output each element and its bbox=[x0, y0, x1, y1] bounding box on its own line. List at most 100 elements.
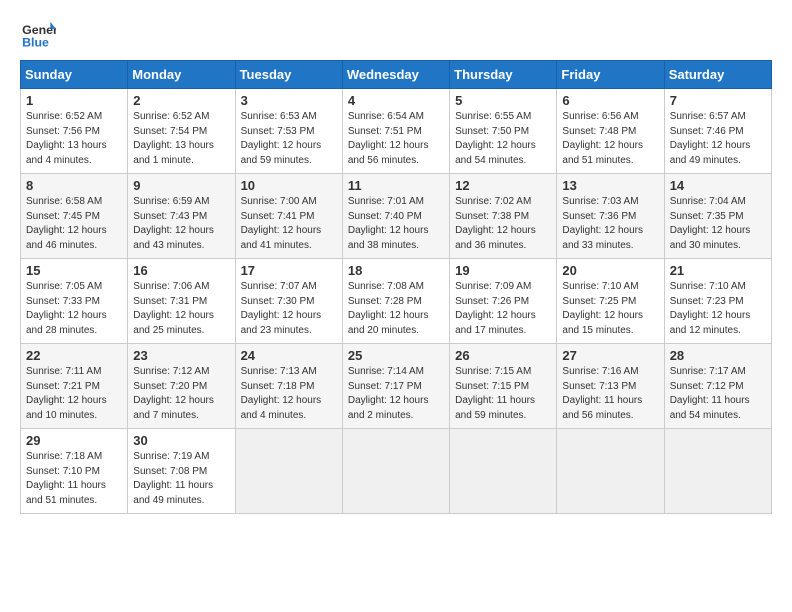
col-header-thursday: Thursday bbox=[450, 61, 557, 89]
day-number: 26 bbox=[455, 348, 551, 363]
day-number: 4 bbox=[348, 93, 444, 108]
day-info: Sunrise: 7:03 AM Sunset: 7:36 PM Dayligh… bbox=[562, 195, 658, 253]
calendar-cell: 11 Sunrise: 7:01 AM Sunset: 7:40 PM Dayli… bbox=[342, 174, 449, 259]
col-header-tuesday: Tuesday bbox=[235, 61, 342, 89]
day-number: 11 bbox=[348, 178, 444, 193]
day-number: 30 bbox=[133, 433, 229, 448]
day-info: Sunrise: 6:57 AM Sunset: 7:46 PM Dayligh… bbox=[670, 110, 766, 168]
day-number: 18 bbox=[348, 263, 444, 278]
day-info: Sunrise: 6:52 AM Sunset: 7:56 PM Dayligh… bbox=[26, 110, 122, 168]
col-header-friday: Friday bbox=[557, 61, 664, 89]
day-info: Sunrise: 7:13 AM Sunset: 7:18 PM Dayligh… bbox=[241, 365, 337, 423]
day-number: 8 bbox=[26, 178, 122, 193]
day-info: Sunrise: 7:14 AM Sunset: 7:17 PM Dayligh… bbox=[348, 365, 444, 423]
day-info: Sunrise: 7:11 AM Sunset: 7:21 PM Dayligh… bbox=[26, 365, 122, 423]
week-row-0: 1 Sunrise: 6:52 AM Sunset: 7:56 PM Daylig… bbox=[21, 89, 772, 174]
day-info: Sunrise: 7:10 AM Sunset: 7:25 PM Dayligh… bbox=[562, 280, 658, 338]
day-info: Sunrise: 6:53 AM Sunset: 7:53 PM Dayligh… bbox=[241, 110, 337, 168]
calendar-cell: 9Sunrise: 6:59 AM Sunset: 7:43 PM Daylig… bbox=[128, 174, 235, 259]
day-info: Sunrise: 7:12 AM Sunset: 7:20 PM Dayligh… bbox=[133, 365, 229, 423]
day-info: Sunrise: 7:09 AM Sunset: 7:26 PM Dayligh… bbox=[455, 280, 551, 338]
calendar-cell: 4Sunrise: 6:54 AM Sunset: 7:51 PM Daylig… bbox=[342, 89, 449, 174]
svg-text:Blue: Blue bbox=[22, 35, 49, 49]
day-number: 17 bbox=[241, 263, 337, 278]
day-info: Sunrise: 6:58 AM Sunset: 7:45 PM Dayligh… bbox=[26, 195, 122, 253]
col-header-wednesday: Wednesday bbox=[342, 61, 449, 89]
day-number: 13 bbox=[562, 178, 658, 193]
day-info: Sunrise: 7:05 AM Sunset: 7:33 PM Dayligh… bbox=[26, 280, 122, 338]
day-number: 24 bbox=[241, 348, 337, 363]
day-info: Sunrise: 7:19 AM Sunset: 7:08 PM Dayligh… bbox=[133, 450, 229, 508]
day-number: 14 bbox=[670, 178, 766, 193]
day-number: 3 bbox=[241, 93, 337, 108]
day-info: Sunrise: 7:02 AM Sunset: 7:38 PM Dayligh… bbox=[455, 195, 551, 253]
day-info: Sunrise: 7:18 AM Sunset: 7:10 PM Dayligh… bbox=[26, 450, 122, 508]
calendar-cell: 30 Sunrise: 7:19 AM Sunset: 7:08 PM Dayli… bbox=[128, 429, 235, 514]
col-header-saturday: Saturday bbox=[664, 61, 771, 89]
calendar-cell: 15 Sunrise: 7:05 AM Sunset: 7:33 PM Dayli… bbox=[21, 259, 128, 344]
calendar-cell bbox=[450, 429, 557, 514]
day-number: 9 bbox=[133, 178, 229, 193]
calendar-cell: 17 Sunrise: 7:07 AM Sunset: 7:30 PM Dayli… bbox=[235, 259, 342, 344]
calendar-cell: 16 Sunrise: 7:06 AM Sunset: 7:31 PM Dayli… bbox=[128, 259, 235, 344]
calendar-cell: 23 Sunrise: 7:12 AM Sunset: 7:20 PM Dayli… bbox=[128, 344, 235, 429]
page-header: General Blue bbox=[20, 20, 772, 50]
calendar-cell: 10 Sunrise: 7:00 AM Sunset: 7:41 PM Dayli… bbox=[235, 174, 342, 259]
calendar-cell: 14 Sunrise: 7:04 AM Sunset: 7:35 PM Dayli… bbox=[664, 174, 771, 259]
day-number: 23 bbox=[133, 348, 229, 363]
calendar-cell: 3 Sunrise: 6:53 AM Sunset: 7:53 PM Daylig… bbox=[235, 89, 342, 174]
day-info: Sunrise: 7:10 AM Sunset: 7:23 PM Dayligh… bbox=[670, 280, 766, 338]
logo-icon: General Blue bbox=[20, 20, 56, 50]
day-number: 20 bbox=[562, 263, 658, 278]
week-row-1: 8 Sunrise: 6:58 AM Sunset: 7:45 PM Daylig… bbox=[21, 174, 772, 259]
calendar-cell: 5 Sunrise: 6:55 AM Sunset: 7:50 PM Daylig… bbox=[450, 89, 557, 174]
day-number: 7 bbox=[670, 93, 766, 108]
calendar-cell: 27 Sunrise: 7:16 AM Sunset: 7:13 PM Dayli… bbox=[557, 344, 664, 429]
calendar-cell: 24 Sunrise: 7:13 AM Sunset: 7:18 PM Dayli… bbox=[235, 344, 342, 429]
day-number: 12 bbox=[455, 178, 551, 193]
day-info: Sunrise: 7:08 AM Sunset: 7:28 PM Dayligh… bbox=[348, 280, 444, 338]
day-number: 16 bbox=[133, 263, 229, 278]
calendar-cell: 21 Sunrise: 7:10 AM Sunset: 7:23 PM Dayli… bbox=[664, 259, 771, 344]
calendar-cell: 12 Sunrise: 7:02 AM Sunset: 7:38 PM Dayli… bbox=[450, 174, 557, 259]
day-info: Sunrise: 7:15 AM Sunset: 7:15 PM Dayligh… bbox=[455, 365, 551, 423]
calendar-cell: 28Sunrise: 7:17 AM Sunset: 7:12 PM Dayli… bbox=[664, 344, 771, 429]
calendar-cell: 2Sunrise: 6:52 AM Sunset: 7:54 PM Daylig… bbox=[128, 89, 235, 174]
week-row-2: 15 Sunrise: 7:05 AM Sunset: 7:33 PM Dayli… bbox=[21, 259, 772, 344]
day-number: 25 bbox=[348, 348, 444, 363]
day-info: Sunrise: 7:01 AM Sunset: 7:40 PM Dayligh… bbox=[348, 195, 444, 253]
day-info: Sunrise: 7:00 AM Sunset: 7:41 PM Dayligh… bbox=[241, 195, 337, 253]
calendar-cell bbox=[664, 429, 771, 514]
calendar-cell: 29Sunrise: 7:18 AM Sunset: 7:10 PM Dayli… bbox=[21, 429, 128, 514]
calendar-cell bbox=[342, 429, 449, 514]
day-number: 27 bbox=[562, 348, 658, 363]
calendar-cell: 20 Sunrise: 7:10 AM Sunset: 7:25 PM Dayli… bbox=[557, 259, 664, 344]
day-info: Sunrise: 7:04 AM Sunset: 7:35 PM Dayligh… bbox=[670, 195, 766, 253]
calendar-cell: 26 Sunrise: 7:15 AM Sunset: 7:15 PM Dayli… bbox=[450, 344, 557, 429]
col-header-sunday: Sunday bbox=[21, 61, 128, 89]
day-number: 21 bbox=[670, 263, 766, 278]
calendar-cell: 7 Sunrise: 6:57 AM Sunset: 7:46 PM Daylig… bbox=[664, 89, 771, 174]
day-number: 15 bbox=[26, 263, 122, 278]
header-row: SundayMondayTuesdayWednesdayThursdayFrid… bbox=[21, 61, 772, 89]
calendar-table: SundayMondayTuesdayWednesdayThursdayFrid… bbox=[20, 60, 772, 514]
calendar-cell: 19 Sunrise: 7:09 AM Sunset: 7:26 PM Dayli… bbox=[450, 259, 557, 344]
calendar-cell: 18 Sunrise: 7:08 AM Sunset: 7:28 PM Dayli… bbox=[342, 259, 449, 344]
day-info: Sunrise: 6:55 AM Sunset: 7:50 PM Dayligh… bbox=[455, 110, 551, 168]
day-info: Sunrise: 6:56 AM Sunset: 7:48 PM Dayligh… bbox=[562, 110, 658, 168]
day-info: Sunrise: 7:16 AM Sunset: 7:13 PM Dayligh… bbox=[562, 365, 658, 423]
day-number: 6 bbox=[562, 93, 658, 108]
day-number: 10 bbox=[241, 178, 337, 193]
day-number: 5 bbox=[455, 93, 551, 108]
day-info: Sunrise: 7:06 AM Sunset: 7:31 PM Dayligh… bbox=[133, 280, 229, 338]
calendar-cell: 25 Sunrise: 7:14 AM Sunset: 7:17 PM Dayli… bbox=[342, 344, 449, 429]
calendar-cell: 6 Sunrise: 6:56 AM Sunset: 7:48 PM Daylig… bbox=[557, 89, 664, 174]
calendar-cell: 22Sunrise: 7:11 AM Sunset: 7:21 PM Dayli… bbox=[21, 344, 128, 429]
calendar-cell: 13 Sunrise: 7:03 AM Sunset: 7:36 PM Dayli… bbox=[557, 174, 664, 259]
day-number: 1 bbox=[26, 93, 122, 108]
day-info: Sunrise: 7:07 AM Sunset: 7:30 PM Dayligh… bbox=[241, 280, 337, 338]
day-number: 19 bbox=[455, 263, 551, 278]
calendar-cell: 1 Sunrise: 6:52 AM Sunset: 7:56 PM Daylig… bbox=[21, 89, 128, 174]
calendar-cell bbox=[557, 429, 664, 514]
week-row-4: 29Sunrise: 7:18 AM Sunset: 7:10 PM Dayli… bbox=[21, 429, 772, 514]
